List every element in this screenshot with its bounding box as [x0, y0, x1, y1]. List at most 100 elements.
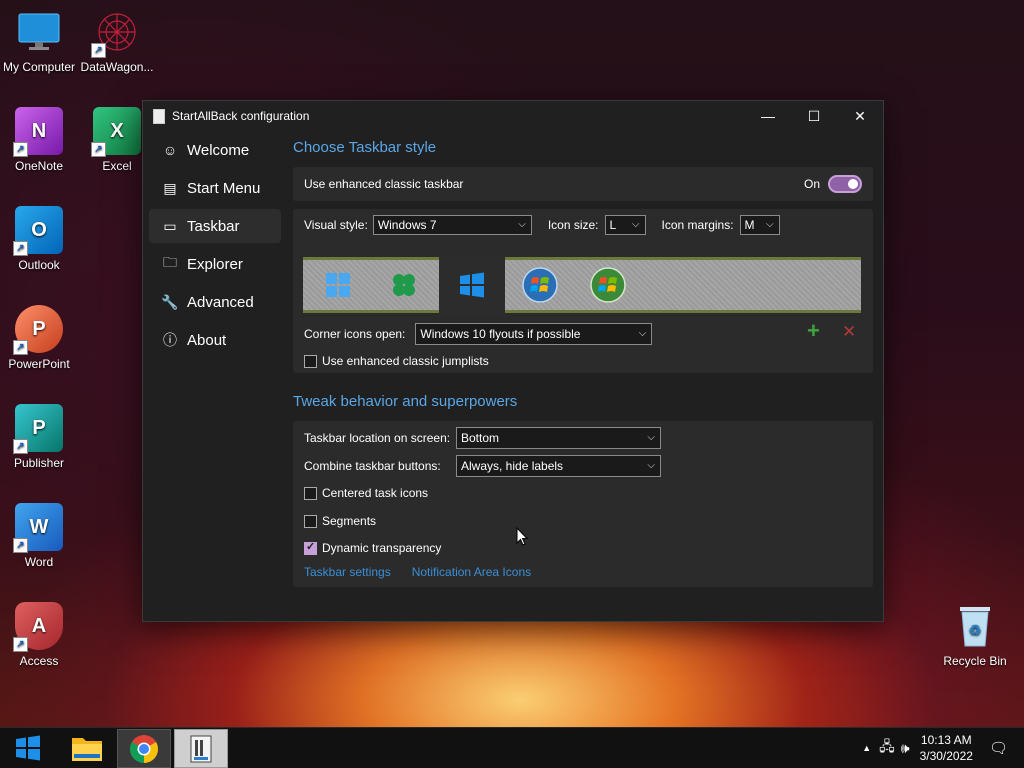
- chevron-down-icon: ⌵: [631, 219, 640, 230]
- notification-area-icons-link[interactable]: Notification Area Icons: [412, 565, 531, 579]
- sidebar-item-label: Taskbar: [187, 217, 240, 235]
- chrome-icon: [130, 734, 158, 763]
- info-icon: ⓘ: [163, 332, 177, 348]
- start-style-option-clover[interactable]: [371, 260, 437, 310]
- chevron-down-icon: ⌵: [638, 328, 647, 339]
- jumplists-checkbox[interactable]: [304, 354, 317, 368]
- enhanced-taskbar-label: Use enhanced classic taskbar: [304, 177, 464, 191]
- mouse-cursor-icon: [516, 527, 528, 546]
- centered-icons-checkbox[interactable]: [304, 486, 317, 500]
- startallback-icon: [190, 735, 212, 762]
- desktop-icon-my-computer[interactable]: My Computer: [0, 8, 79, 74]
- taskbar-chrome[interactable]: [117, 729, 171, 768]
- enhanced-taskbar-toggle[interactable]: [828, 175, 862, 193]
- volume-icon[interactable]: 🕪: [901, 740, 910, 757]
- desktop-icon-label: PowerPoint: [8, 357, 70, 371]
- icon-margins-select[interactable]: M ⌵: [739, 215, 780, 235]
- desktop-icon-word[interactable]: W ↗ Word: [0, 503, 79, 569]
- notification-icon[interactable]: 🗨: [989, 739, 1008, 757]
- taskbar-startallback[interactable]: [174, 729, 228, 768]
- desktop-icon-publisher[interactable]: P ↗ Publisher: [0, 404, 79, 470]
- wrench-icon: 🔧: [161, 293, 179, 310]
- start-style-option-win11[interactable]: [305, 260, 371, 310]
- chevron-down-icon: ⌵: [765, 219, 774, 230]
- window-title: StartAllBack configuration: [172, 109, 310, 123]
- sidebar-item-welcome[interactable]: ☺ Welcome: [149, 133, 281, 167]
- desktop-icon-powerpoint[interactable]: P ↗ PowerPoint: [0, 305, 79, 371]
- sidebar-item-start-menu[interactable]: ▤ Start Menu: [149, 171, 281, 205]
- start-style-option-win10[interactable]: [439, 254, 505, 316]
- taskbar-location-value: Bottom: [461, 431, 500, 445]
- start-style-option-win7[interactable]: [507, 260, 573, 310]
- clover-icon: [393, 274, 415, 296]
- system-tray: ▲ 🖧 🕪 10:13 AM 3/30/2022 🗨: [862, 728, 1024, 768]
- powerpoint-icon: P ↗: [13, 305, 63, 355]
- svg-text:♻: ♻: [969, 622, 982, 638]
- desktop-icon-datawagon[interactable]: ↗ DataWagon...: [77, 8, 157, 74]
- icon-size-select[interactable]: L ⌵: [604, 215, 646, 235]
- dynamic-transparency-checkbox[interactable]: [304, 540, 317, 555]
- title-bar[interactable]: StartAllBack configuration — ☐ ✕: [143, 101, 883, 131]
- network-icon[interactable]: 🖧: [879, 736, 895, 760]
- desktop-icon-access[interactable]: A ↗ Access: [0, 602, 79, 668]
- corner-icons-label: Corner icons open:: [304, 327, 406, 341]
- access-icon: A ↗: [13, 602, 63, 652]
- clock[interactable]: 10:13 AM 3/30/2022: [920, 732, 973, 764]
- remove-style-button[interactable]: ✕: [842, 322, 856, 342]
- smile-icon: ☺: [162, 142, 178, 158]
- folder-icon: 🗀: [163, 254, 177, 270]
- shortcut-arrow-icon: ↗: [13, 340, 28, 355]
- windows-logo-icon: [16, 735, 40, 760]
- taskbar-location-label: Taskbar location on screen:: [304, 431, 451, 445]
- maximize-button[interactable]: ☐: [791, 101, 837, 131]
- dynamic-transparency-label: Dynamic transparency: [322, 541, 442, 555]
- visual-style-value: Windows 7: [377, 218, 437, 232]
- start-button[interactable]: [2, 729, 54, 766]
- taskbar-location-select[interactable]: Bottom ⌵: [456, 427, 661, 449]
- sidebar: ☺ Welcome ▤ Start Menu ▭ Taskbar 🗀 Explo…: [149, 133, 281, 361]
- sidebar-item-explorer[interactable]: 🗀 Explorer: [149, 247, 281, 281]
- segments-checkbox[interactable]: [304, 514, 317, 528]
- toggle-state-label: On: [803, 177, 820, 191]
- windows7-orb-icon: [522, 267, 558, 303]
- icon-margins-value: M: [744, 218, 755, 232]
- combine-buttons-label: Combine taskbar buttons:: [304, 459, 441, 473]
- sidebar-item-advanced[interactable]: 🔧 Advanced: [149, 285, 281, 319]
- desktop-icon-label: My Computer: [2, 60, 76, 74]
- publisher-icon: P ↗: [13, 404, 63, 454]
- desktop-icon-label: Outlook: [18, 258, 60, 272]
- word-icon: W ↗: [13, 503, 63, 553]
- start-style-option-vista[interactable]: [575, 260, 641, 310]
- sidebar-item-label: Advanced: [187, 293, 254, 311]
- add-style-button[interactable]: +: [807, 320, 820, 342]
- combine-buttons-select[interactable]: Always, hide labels ⌵: [456, 455, 661, 477]
- taskbar-icon: ▭: [163, 217, 177, 234]
- clock-time: 10:13 AM: [920, 733, 972, 747]
- corner-icons-value: Windows 10 flyouts if possible: [420, 327, 581, 341]
- desktop-icon-onenote[interactable]: N ↗ OneNote: [0, 107, 79, 173]
- start-button-style-picker: [303, 254, 861, 316]
- monitor-icon: [15, 8, 63, 56]
- visual-style-select[interactable]: Windows 7 ⌵: [372, 215, 532, 235]
- tweak-card: Taskbar location on screen: Bottom ⌵ Com…: [293, 421, 873, 587]
- desktop-icon-label: Publisher: [13, 456, 65, 470]
- excel-icon: X ↗: [91, 107, 141, 157]
- config-window: StartAllBack configuration — ☐ ✕ ☺ Welco…: [142, 100, 884, 622]
- desktop-icon-recycle-bin[interactable]: ♻ Recycle Bin: [935, 602, 1015, 668]
- desktop-icon-outlook[interactable]: O ↗ Outlook: [0, 206, 79, 272]
- shortcut-arrow-icon: ↗: [13, 538, 28, 553]
- chevron-down-icon: ⌵: [518, 219, 526, 230]
- sidebar-item-about[interactable]: ⓘ About: [149, 323, 281, 357]
- minimize-button[interactable]: —: [745, 101, 791, 131]
- windows11-logo-icon: [326, 273, 350, 297]
- close-button[interactable]: ✕: [837, 101, 883, 131]
- start-menu-icon: ▤: [163, 179, 177, 196]
- sidebar-item-taskbar[interactable]: ▭ Taskbar: [149, 209, 281, 243]
- desktop-icon-label: Excel: [102, 159, 132, 173]
- desktop-icon-label: DataWagon...: [80, 60, 154, 74]
- outlook-icon: O ↗: [13, 206, 63, 256]
- taskbar-file-explorer[interactable]: [61, 729, 113, 766]
- taskbar-settings-link[interactable]: Taskbar settings: [304, 565, 391, 579]
- chevron-up-icon[interactable]: ▲: [862, 743, 871, 753]
- corner-icons-select[interactable]: Windows 10 flyouts if possible ⌵: [415, 323, 653, 345]
